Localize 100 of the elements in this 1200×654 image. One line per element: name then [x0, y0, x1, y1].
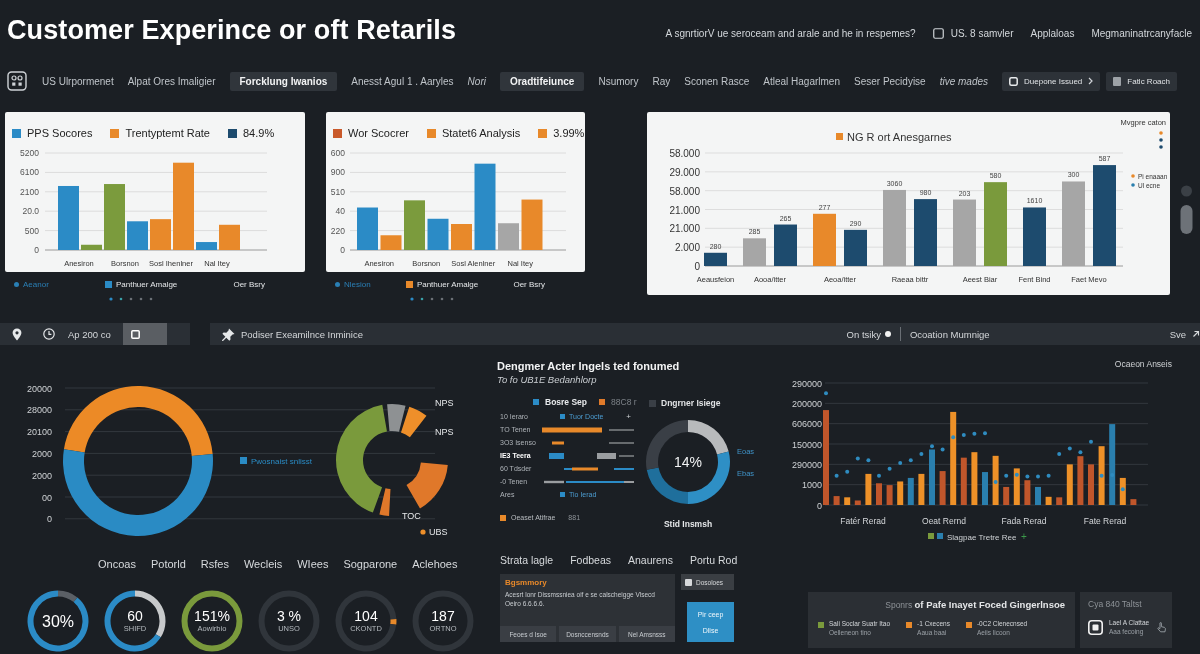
axis-label: 20100 — [26, 427, 52, 438]
nav-tab[interactable]: Forcklung Iwanios — [229, 71, 338, 91]
nav-tab[interactable]: Sconen Rasce — [684, 71, 750, 91]
metric-label: Rsfes — [200, 558, 229, 570]
metric-label: Sogparone — [343, 558, 398, 570]
scroll-handle[interactable] — [1180, 185, 1193, 235]
footer-label: Aeanor — [23, 280, 49, 289]
axis-label: 58.000 — [669, 185, 700, 197]
nav-tab[interactable]: tive mades — [939, 71, 989, 91]
toolbar-title: Podiser Exeamilnce Inminice — [241, 328, 363, 340]
header-link[interactable]: Megmaninatrcanyfacle — [1091, 27, 1192, 39]
axis-label: 510 — [330, 186, 345, 197]
axis-label: 150000 — [791, 439, 822, 450]
axis-label: 0 — [34, 245, 39, 255]
dot-stack-icon — [1159, 131, 1163, 149]
panel-title: Bgsmmory — [504, 578, 548, 587]
chart-label: NPS — [435, 397, 454, 408]
title-swatch-icon — [836, 133, 843, 140]
metric-label: Oncoas — [98, 558, 136, 570]
section-label: Anaurens — [628, 554, 673, 566]
axis-label: 29.000 — [669, 166, 700, 178]
axis-label: 2000 — [31, 470, 52, 481]
axis-label: 290000 — [791, 459, 822, 470]
clock-icon[interactable] — [43, 328, 55, 340]
axis-label: 0 — [817, 500, 822, 511]
toolbar-label: Ap 200 co — [68, 328, 111, 340]
nav-tab[interactable]: Seser Pecidyise — [854, 71, 926, 91]
nav-tab[interactable]: Nsumory — [598, 71, 639, 91]
panel-title: Cya 840 Taltst — [1088, 599, 1143, 609]
kpi-value: 187 — [431, 609, 455, 624]
checkbox-label: US. 8 samvler — [950, 27, 1014, 39]
chart-caption: Stid Insmsh — [662, 519, 714, 529]
axis-label: 2.000 — [674, 242, 700, 254]
panel-heading: Sponrs of Pafe Inayet Foced Gingerlnsoe — [884, 599, 1065, 610]
pointer-hand-icon[interactable] — [1157, 621, 1166, 633]
toolbar-link[interactable]: Sve — [1169, 328, 1186, 340]
legend-swatch-icon — [560, 414, 565, 419]
nav-tab[interactable]: US Ulrpormenet — [42, 71, 114, 91]
legend-label: Statet6 Analysis — [441, 127, 521, 139]
footer-label: Panthuer Amalge — [416, 280, 479, 289]
axis-label: 28000 — [26, 405, 52, 416]
axis-label: 00 — [42, 492, 52, 503]
chart-title: Dngrner Isiege — [661, 398, 721, 408]
square-icon — [1009, 76, 1019, 86]
footer-label: Panthuer Amalge — [115, 280, 178, 289]
pushpin-icon[interactable] — [222, 327, 235, 341]
header-link[interactable]: Applaloas — [1030, 27, 1075, 39]
axis-label: Oeat Rernd — [922, 516, 966, 526]
axis-label: 200000 — [791, 398, 822, 409]
axis-label: 1000 — [801, 480, 822, 491]
axis-label: 20.0 — [22, 206, 39, 217]
metric-label: WIees — [297, 558, 329, 570]
apps-icon[interactable] — [7, 71, 27, 91]
nav-tab[interactable]: Alpat Ores Imaligier — [127, 71, 216, 91]
nav-tab[interactable]: Atleal Hagarlmen — [763, 71, 840, 91]
legend-label: Bosre Sep — [545, 397, 588, 407]
axis-label: 58.000 — [669, 148, 700, 159]
footer-link[interactable]: Oer Bsry — [513, 280, 545, 289]
legend-label: 88C8 r — [611, 397, 637, 407]
nav-tab[interactable]: Nori — [467, 71, 486, 91]
chart-label: UBS — [429, 526, 448, 537]
axis-label: 0 — [340, 245, 345, 255]
chart-title: Ocaeon Anseis — [1114, 359, 1172, 369]
axis-label: 5200 — [20, 148, 39, 158]
footer-link[interactable]: Oer Bsry — [233, 280, 265, 289]
axis-label: 500 — [24, 225, 39, 236]
legend-label: Trentyptemt Rate — [125, 127, 210, 139]
axis-label: Fada Rerad — [1001, 516, 1047, 526]
nav-tab[interactable]: Oradtifeiunce — [499, 71, 585, 91]
axis-label: 6100 — [20, 167, 39, 178]
checkbox[interactable] — [932, 27, 944, 39]
kpi-value: 30% — [42, 613, 74, 629]
section-label: Strata lagle — [500, 554, 554, 566]
add-mark[interactable]: + — [1021, 531, 1027, 542]
kpi-value: 3 % — [276, 609, 302, 624]
nav-button[interactable]: Duepone Issued — [1002, 71, 1101, 91]
square-icon — [685, 578, 692, 586]
axis-label: 2000 — [31, 448, 52, 459]
nav-tab[interactable]: Anesst Agul 1 . Aaryles — [351, 71, 454, 91]
axis-label: 600 — [330, 148, 345, 158]
nav-button[interactable]: Fatlc Roach — [1106, 71, 1177, 91]
header-question: A sgnrtiorV ue seroceam and arale and he in respemes? — [665, 27, 916, 39]
axis-label: 220 — [330, 225, 345, 236]
axis-label: 0 — [694, 261, 700, 272]
toolbar-button[interactable] — [122, 323, 167, 345]
metric-label: Potorld — [150, 558, 186, 570]
square-icon — [1113, 76, 1122, 86]
axis-label: Fate Rerad — [1083, 516, 1127, 526]
arrow-up-right-icon[interactable] — [1192, 330, 1200, 338]
square-icon[interactable] — [1088, 619, 1103, 635]
kpi-value: 60 — [127, 609, 143, 624]
nav-tab[interactable]: Ray — [652, 71, 671, 91]
axis-label: 2100 — [20, 186, 39, 197]
axis-label: 20000 — [26, 383, 52, 394]
add-mark[interactable]: + — [626, 412, 631, 421]
legend-swatch-icon — [560, 492, 565, 497]
chevron-right-icon — [1088, 77, 1094, 85]
map-pin-icon[interactable] — [12, 327, 22, 341]
axis-label: Fatér Rerad — [840, 516, 886, 526]
legend-label: 84.9% — [243, 127, 275, 139]
